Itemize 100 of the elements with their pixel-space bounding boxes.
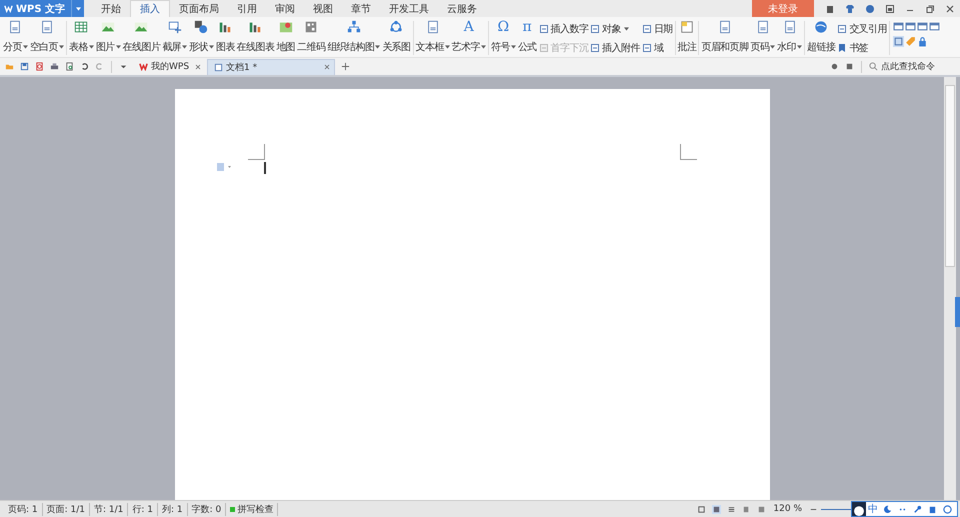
ribbon-button[interactable]: 批注 xyxy=(676,19,698,57)
wps-logo-icon xyxy=(4,4,13,13)
page-icon xyxy=(642,42,652,52)
ribbon-button[interactable]: 二维码 xyxy=(296,19,326,57)
caret-icon xyxy=(22,45,28,49)
ribbon-tab[interactable]: 引用 xyxy=(228,0,266,17)
ribbon-button[interactable]: 分页 xyxy=(2,19,29,57)
fullscreen-icon[interactable] xyxy=(885,4,895,14)
ribbon-button[interactable]: A 艺术字 xyxy=(450,19,487,57)
ribbon-tab[interactable]: 开发工具 xyxy=(380,0,438,17)
caret-icon[interactable] xyxy=(76,6,81,10)
close-tab-icon[interactable] xyxy=(194,62,202,70)
ribbon-button[interactable]: 关系图 xyxy=(381,19,412,57)
reading-view-icon[interactable] xyxy=(757,504,766,514)
ribbon-button[interactable]: 图表 xyxy=(214,19,236,57)
save-icon[interactable] xyxy=(20,62,29,71)
map-icon xyxy=(278,20,293,34)
ribbon-button[interactable]: 图片 xyxy=(94,19,122,57)
caret-icon xyxy=(182,45,188,49)
scrollbar-thumb[interactable] xyxy=(945,85,955,267)
document-icon xyxy=(214,62,223,72)
layout-icon[interactable] xyxy=(892,21,904,32)
globe-icon xyxy=(814,20,828,34)
status-text: 行: 1 xyxy=(128,502,158,516)
caret-icon xyxy=(375,45,380,49)
ribbon-button[interactable]: 页码 xyxy=(749,19,776,57)
ribbon-button[interactable]: 插入附件 xyxy=(590,40,640,54)
side-panel-handle[interactable] xyxy=(955,297,960,327)
input-method-bar[interactable]: 中 xyxy=(851,501,958,517)
ribbon-button[interactable]: 水印 xyxy=(776,19,804,57)
web-view-icon[interactable] xyxy=(742,504,752,514)
page-icon xyxy=(756,20,770,34)
status-text: 页码: 1 xyxy=(4,502,43,516)
layout-icon[interactable] xyxy=(916,21,928,32)
ribbon-button[interactable]: Ω 符号 xyxy=(490,19,517,57)
app-menu-button[interactable]: WPS 文字 xyxy=(0,0,72,17)
ribbon-button[interactable]: π 公式 xyxy=(516,19,538,57)
frame-icon[interactable] xyxy=(892,36,904,47)
ribbon-tab[interactable]: 云服务 xyxy=(438,0,486,17)
ribbon-button[interactable]: 空白页 xyxy=(28,19,66,57)
outline-view-icon[interactable] xyxy=(727,504,736,514)
caret-icon xyxy=(59,45,64,49)
page-icon xyxy=(837,24,848,34)
vertical-scrollbar[interactable] xyxy=(944,77,956,500)
print-icon[interactable] xyxy=(50,62,59,71)
caret-icon xyxy=(510,45,516,49)
bars-icon xyxy=(218,20,232,34)
status-text: 列: 1 xyxy=(158,502,188,516)
ribbon-button[interactable]: 插入数字 xyxy=(538,22,588,36)
ribbon-tab[interactable]: 章节 xyxy=(342,0,380,17)
input-mode-label[interactable]: 中 xyxy=(868,502,878,516)
caret-icon xyxy=(624,26,629,30)
ribbon-tab[interactable]: 插入 xyxy=(130,0,170,17)
close-icon[interactable] xyxy=(945,4,955,14)
ribbon-button[interactable]: 页眉和页脚 xyxy=(700,19,750,57)
close-tab-icon[interactable] xyxy=(323,63,331,71)
document-tab[interactable]: 我的WPS xyxy=(133,59,205,74)
moon-icon[interactable] xyxy=(883,504,892,514)
ribbon-button[interactable]: 地图 xyxy=(275,19,296,57)
avatar-icon xyxy=(852,502,866,516)
ribbon-button[interactable]: 交叉引用 xyxy=(837,22,887,36)
ribbon-tab[interactable]: 视图 xyxy=(304,0,342,17)
layout-icon[interactable] xyxy=(904,21,916,32)
preview-icon[interactable] xyxy=(65,62,74,71)
document-tab[interactable]: 文档1 * xyxy=(207,58,335,74)
ribbon-button[interactable]: 文本框 xyxy=(414,19,451,57)
undo-icon[interactable] xyxy=(80,62,89,71)
page-icon xyxy=(538,24,549,34)
page-view-icon[interactable] xyxy=(712,504,722,514)
spell-check-button[interactable]: 拼写检查 xyxy=(226,502,278,516)
wrench-icon[interactable] xyxy=(913,504,922,514)
new-tab-icon[interactable] xyxy=(341,62,350,71)
margin-corner-mark xyxy=(248,144,265,160)
ribbon-button[interactable]: 组织结构图 xyxy=(326,19,382,57)
ribbon-button[interactable]: 超链接 xyxy=(806,19,836,57)
layout-icon[interactable] xyxy=(928,21,940,32)
ribbon-tab[interactable]: 审阅 xyxy=(266,0,304,17)
restore-icon[interactable] xyxy=(925,4,935,14)
page-icon xyxy=(538,42,549,52)
fit-page-icon[interactable] xyxy=(697,504,706,514)
ribbon-button[interactable]: 形状 xyxy=(188,19,215,57)
shirt-icon[interactable] xyxy=(845,4,855,14)
text-cursor xyxy=(264,162,266,174)
ribbon-button[interactable]: 表格 xyxy=(68,19,95,57)
ribbon-button[interactable]: 书签 xyxy=(837,40,887,54)
ribbon-button[interactable]: 域 xyxy=(642,40,673,54)
pdf-icon[interactable] xyxy=(35,62,44,71)
caret-icon xyxy=(480,45,486,49)
ribbon-tab[interactable]: 开始 xyxy=(92,0,130,17)
ribbon-button[interactable]: 在线图片 xyxy=(122,19,162,57)
ribbon-button[interactable]: 对象 xyxy=(590,22,640,36)
bars-icon xyxy=(248,20,262,34)
ribbon-button[interactable]: 截屏 xyxy=(161,19,188,57)
ribbon-button[interactable]: 日期 xyxy=(642,22,673,36)
ribbon-button[interactable]: 在线图表 xyxy=(236,19,276,57)
margin-corner-mark xyxy=(680,144,697,160)
ribbon-tab[interactable]: 页面布局 xyxy=(170,0,228,17)
zoom-level[interactable]: 120 % xyxy=(773,504,802,514)
lock-icon[interactable] xyxy=(916,36,928,47)
caret-icon xyxy=(88,45,94,49)
